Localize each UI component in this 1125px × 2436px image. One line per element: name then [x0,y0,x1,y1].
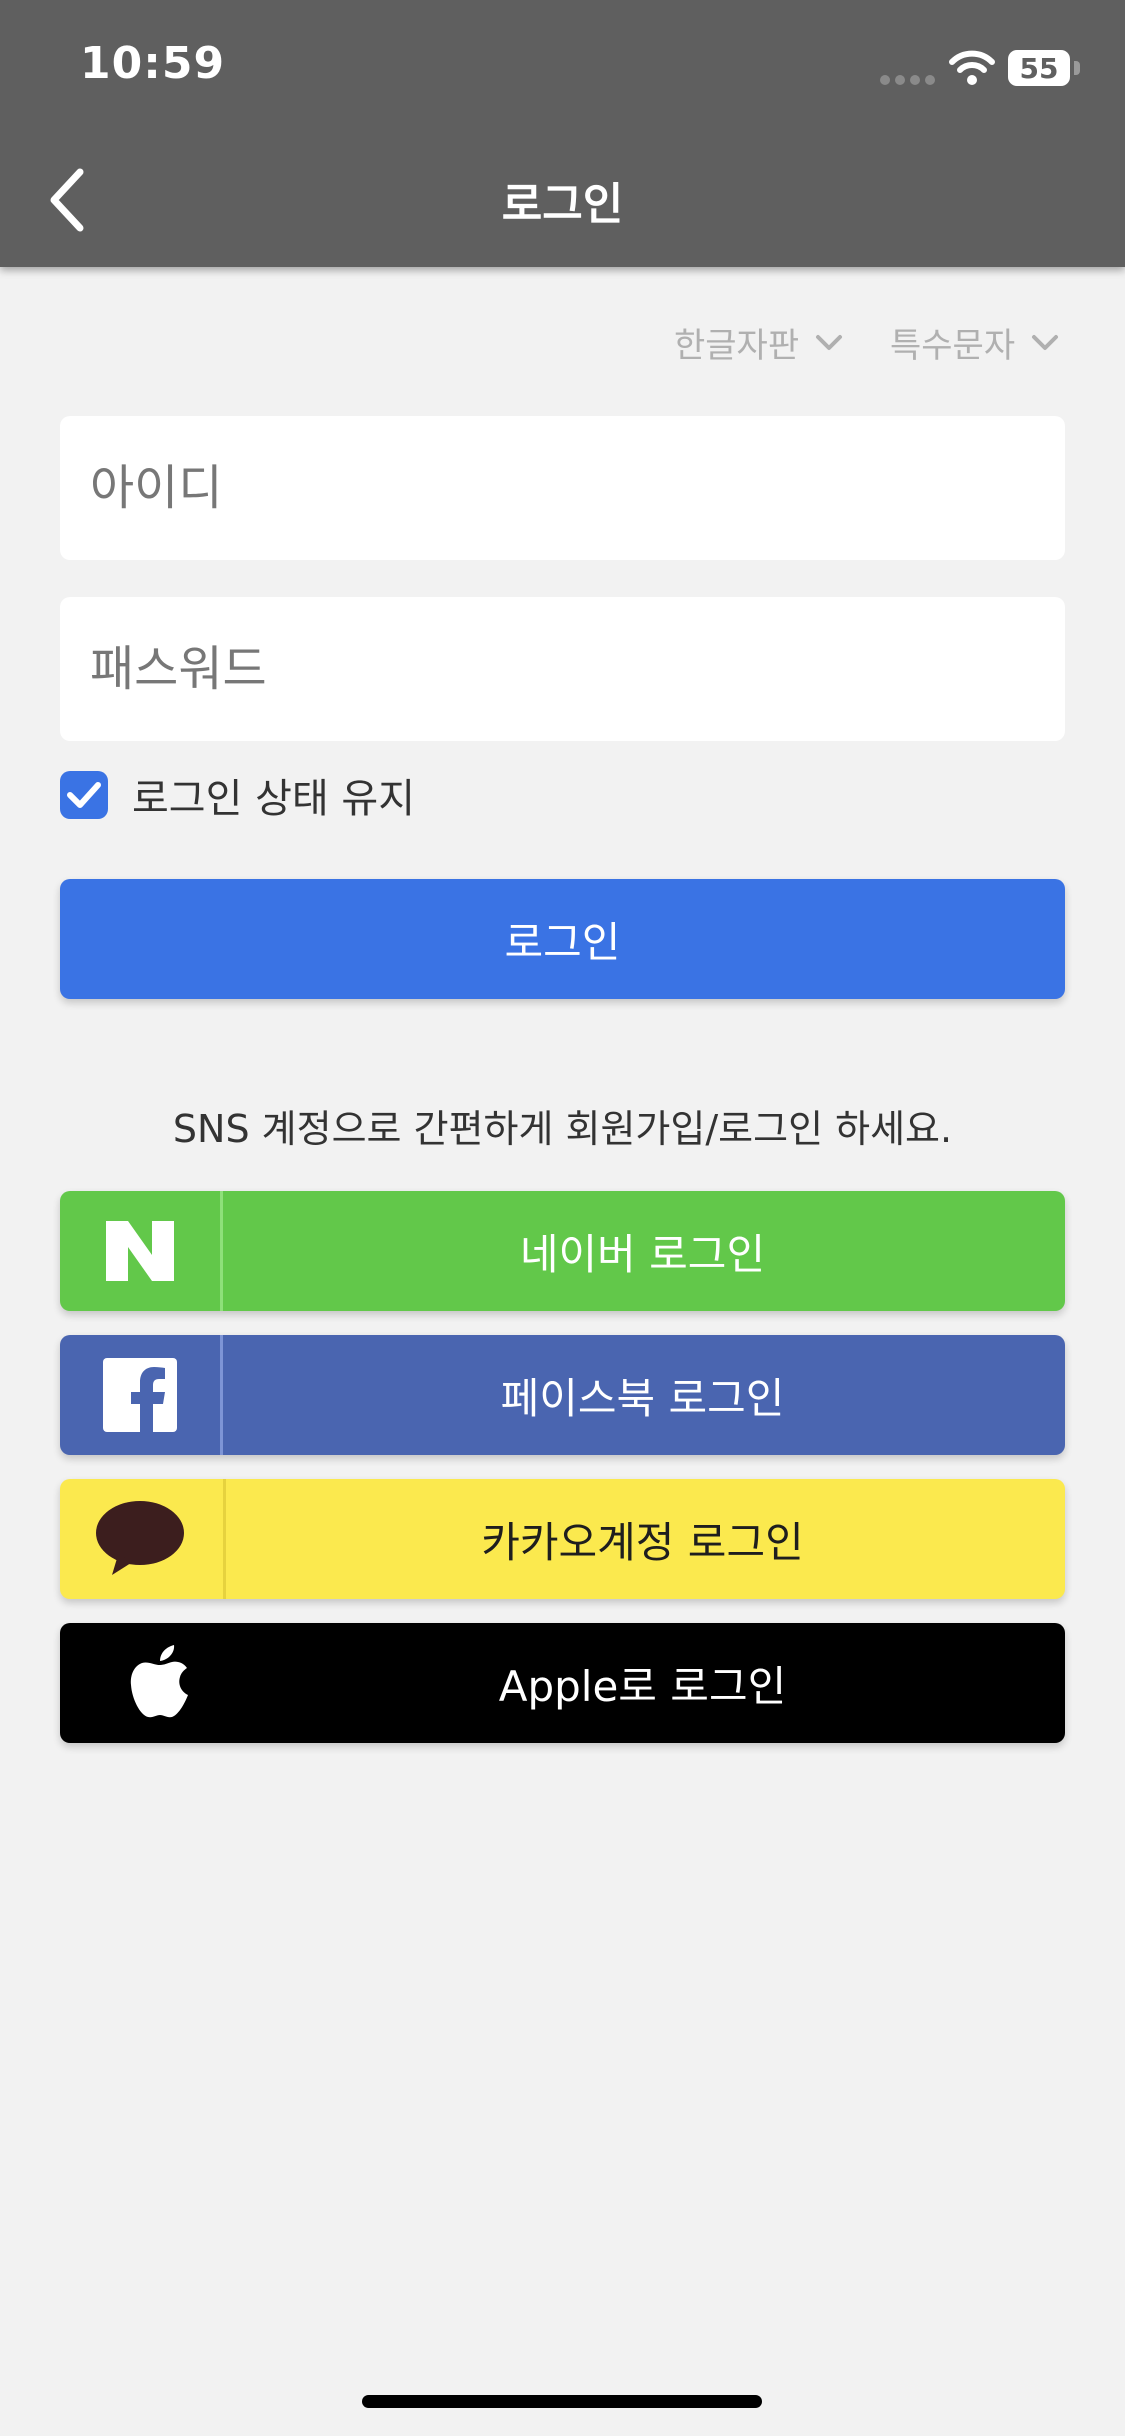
apple-login-button[interactable]: Apple로 로그인 [60,1623,1065,1743]
battery-icon: 55 [1008,50,1070,86]
status-time: 10:59 [80,38,226,89]
password-input[interactable] [60,597,1065,741]
hangul-keyboard-label: 한글자판 [674,326,800,366]
keep-login-row[interactable]: 로그인 상태 유지 [60,766,415,824]
facebook-login-button[interactable]: 페이스북 로그인 [60,1335,1065,1455]
naver-icon-area [60,1191,220,1311]
kakao-icon [96,1501,184,1575]
battery-nub [1074,61,1080,75]
apple-login-label: Apple로 로그인 [498,1661,787,1711]
special-char-label: 특수문자 [890,326,1016,366]
naver-icon [106,1221,174,1281]
check-icon [67,782,101,808]
hangul-keyboard-dropdown[interactable]: 한글자판 [674,318,843,367]
facebook-icon [103,1358,177,1432]
chevron-down-icon [816,334,843,350]
kakao-icon-area [60,1479,220,1599]
kakao-login-label: 카카오계정 로그인 [481,1517,804,1567]
facebook-icon-area [60,1335,220,1455]
login-button[interactable]: 로그인 [60,879,1065,999]
id-input[interactable] [60,416,1065,560]
keep-login-label: 로그인 상태 유지 [132,776,416,822]
special-char-dropdown[interactable]: 특수문자 [890,318,1059,367]
naver-login-button[interactable]: 네이버 로그인 [60,1191,1065,1311]
page-title: 로그인 [501,179,624,230]
signal-icon [880,75,936,85]
sns-guide-text: SNS 계정으로 간편하게 회원가입/로그인 하세요. [172,1107,953,1151]
keep-login-checkbox[interactable] [60,771,108,819]
naver-login-label: 네이버 로그인 [519,1229,766,1279]
chevron-down-icon [1032,334,1059,350]
wifi-icon [949,50,995,85]
facebook-login-label: 페이스북 로그인 [500,1373,785,1423]
battery-level: 55 [1019,51,1059,85]
home-indicator [362,2395,762,2408]
apple-icon [130,1645,188,1718]
kakao-login-button[interactable]: 카카오계정 로그인 [60,1479,1065,1599]
header: 10:59 55 로그인 [0,0,1125,267]
